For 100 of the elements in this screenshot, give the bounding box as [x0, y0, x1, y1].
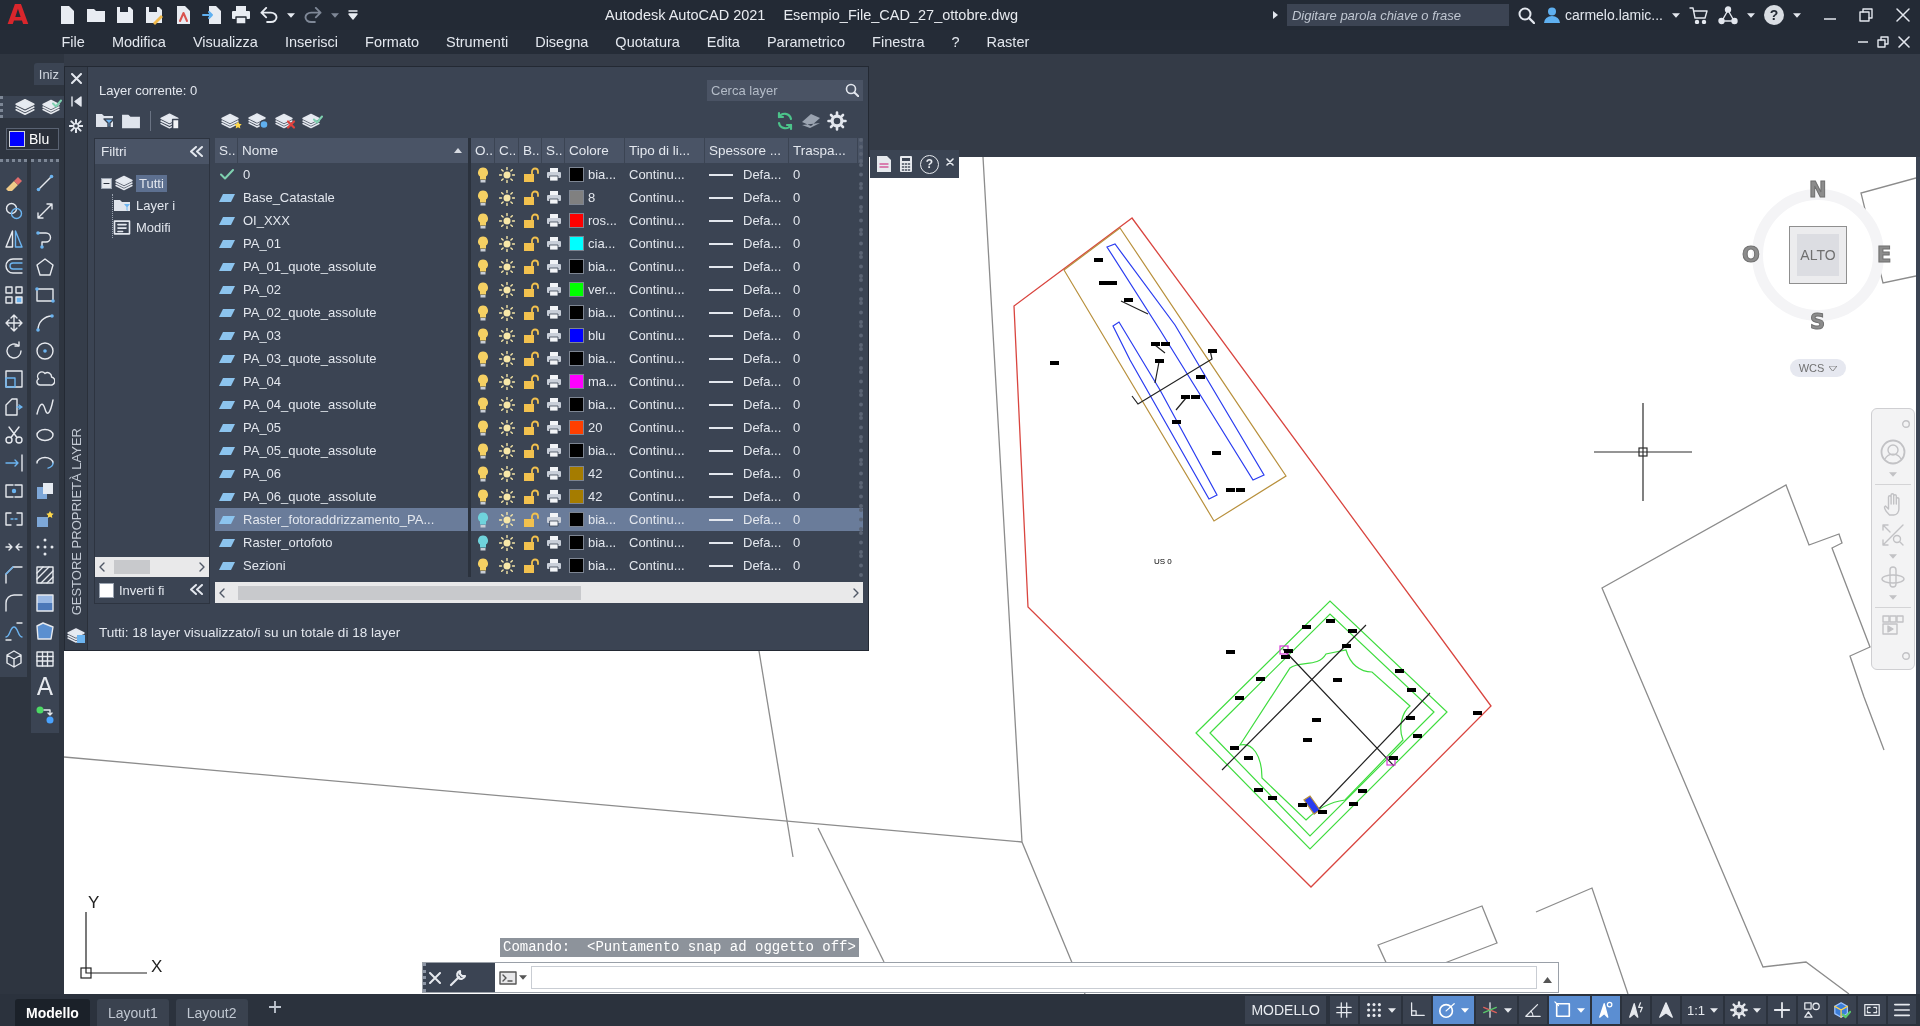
search-icon[interactable]	[1517, 6, 1535, 24]
palette-stack-icon[interactable]	[67, 627, 85, 644]
open-padlock-icon[interactable]	[522, 511, 539, 528]
sun-icon[interactable]	[499, 419, 515, 436]
close-icon[interactable]	[946, 158, 954, 166]
printer-icon[interactable]	[545, 282, 562, 297]
open-padlock-icon[interactable]	[522, 258, 539, 275]
layer-search-field[interactable]: Cerca layer	[707, 79, 863, 101]
layout-tab[interactable]: Layout1	[96, 999, 169, 1026]
scroll-right-icon[interactable]	[853, 587, 859, 598]
move-icon[interactable]	[3, 313, 24, 333]
circle-icon[interactable]	[35, 341, 55, 361]
light-bulb-icon[interactable]	[477, 350, 489, 367]
customize-caret-icon[interactable]	[348, 10, 358, 20]
light-bulb-icon[interactable]	[477, 465, 489, 482]
ortho-toggle[interactable]	[1402, 996, 1431, 1024]
model-space-button[interactable]: MODELLO	[1245, 996, 1326, 1024]
plus-icon[interactable]	[268, 1001, 281, 1013]
wrench-icon[interactable]	[449, 968, 467, 987]
printer-icon[interactable]	[545, 512, 562, 527]
light-bulb-icon[interactable]	[477, 281, 489, 298]
open-padlock-icon[interactable]	[522, 189, 539, 206]
caret-up-icon[interactable]	[1543, 976, 1552, 983]
chamfer-icon[interactable]	[3, 565, 24, 585]
menu-item[interactable]: Formato	[351, 34, 433, 50]
viewcube-face[interactable]: ALTO	[1789, 226, 1847, 284]
layer-row[interactable]: 0 bia... Continu... Defa... 0	[215, 163, 863, 186]
stretch-icon[interactable]	[3, 397, 24, 417]
expand-arrow-icon[interactable]	[1272, 11, 1278, 19]
rectangle-icon[interactable]	[35, 285, 55, 305]
cart-icon[interactable]	[1689, 6, 1709, 24]
scrollbar-thumb[interactable]	[114, 560, 150, 574]
printer-icon[interactable]	[545, 167, 562, 182]
undo-icon[interactable]	[260, 7, 278, 23]
printer-icon[interactable]	[545, 443, 562, 458]
light-bulb-icon[interactable]	[477, 327, 489, 344]
isodraft-toggle[interactable]	[1475, 996, 1517, 1024]
filter-tree-item[interactable]: Modifi	[133, 218, 174, 236]
grid-toggle[interactable]	[1329, 996, 1358, 1024]
sun-icon[interactable]	[499, 189, 515, 206]
printer-icon[interactable]	[545, 374, 562, 389]
close-icon[interactable]	[70, 73, 82, 84]
column-header[interactable]: Tipo di li...	[625, 138, 705, 163]
connected-nodes-icon[interactable]	[1718, 5, 1738, 25]
scroll-left-icon[interactable]	[219, 587, 225, 598]
layer-row[interactable]: Sezioni bia... Continu... Defa... 0	[215, 554, 863, 577]
light-bulb-icon[interactable]	[477, 557, 489, 574]
polygon-icon[interactable]	[35, 257, 55, 277]
horizontal-scrollbar[interactable]	[215, 582, 863, 603]
printer-icon[interactable]	[545, 420, 562, 435]
column-header[interactable]: Colore	[565, 138, 625, 163]
sun-icon[interactable]	[499, 235, 515, 252]
rotate-icon[interactable]	[3, 341, 24, 361]
sun-icon[interactable]	[499, 465, 515, 482]
printer-icon[interactable]	[545, 328, 562, 343]
refresh-icon[interactable]	[775, 111, 795, 131]
break-at-point-icon[interactable]	[3, 481, 24, 501]
column-header[interactable]: Traspa...	[789, 138, 858, 163]
sheet-stack-icon[interactable]	[15, 98, 35, 116]
open-padlock-icon[interactable]	[522, 465, 539, 482]
sun-icon[interactable]	[499, 212, 515, 229]
save-icon[interactable]	[115, 5, 135, 25]
scroll-left-icon[interactable]	[99, 562, 105, 572]
sun-icon[interactable]	[499, 442, 515, 459]
light-bulb-icon[interactable]	[477, 373, 489, 390]
menu-item[interactable]: ?	[938, 34, 974, 50]
open-padlock-icon[interactable]	[522, 327, 539, 344]
region-icon[interactable]	[35, 621, 55, 641]
layer-row[interactable]: OI_XXX ros... Continu... Defa... 0	[215, 209, 863, 232]
double-arrow-icon[interactable]	[35, 201, 55, 221]
redo-icon[interactable]	[304, 7, 322, 23]
funnel-folder-icon[interactable]	[95, 112, 115, 130]
sun-icon[interactable]	[499, 396, 515, 413]
sun-icon[interactable]	[499, 373, 515, 390]
annotation-monitor-button[interactable]	[1768, 996, 1796, 1024]
scrollbar-thumb[interactable]	[238, 585, 581, 600]
cube-icon[interactable]	[3, 649, 24, 669]
customize-button[interactable]	[1888, 996, 1916, 1024]
close-icon[interactable]	[429, 971, 441, 984]
sheet-stack-cross-icon[interactable]	[275, 112, 296, 130]
column-header[interactable]: O..	[471, 138, 495, 163]
bar-arrow-icon[interactable]	[70, 96, 82, 107]
column-header[interactable]: S..	[215, 138, 238, 163]
menu-item[interactable]: Inserisci	[271, 34, 352, 50]
printer-icon[interactable]	[545, 397, 562, 412]
annotation-scale-button[interactable]	[1651, 996, 1680, 1024]
light-bulb-icon[interactable]	[477, 166, 489, 183]
column-header[interactable]: S..	[542, 138, 565, 163]
copy-icon[interactable]	[3, 201, 24, 221]
hardware-acceleration-button[interactable]	[1828, 996, 1856, 1024]
layout-tab[interactable]: Modello	[15, 999, 90, 1026]
autoscale-toggle[interactable]	[1621, 996, 1650, 1024]
menu-item[interactable]: Disegna	[521, 34, 602, 50]
column-header[interactable]: Spessore ...	[705, 138, 789, 163]
layer-row[interactable]: PA_01 cia... Continu... Defa... 0	[215, 232, 863, 255]
light-bulb-icon[interactable]	[477, 534, 489, 551]
open-padlock-icon[interactable]	[522, 235, 539, 252]
workspace-button[interactable]	[1725, 996, 1766, 1024]
fillet-icon[interactable]	[3, 593, 24, 613]
menu-item[interactable]: Finestra	[858, 34, 938, 50]
